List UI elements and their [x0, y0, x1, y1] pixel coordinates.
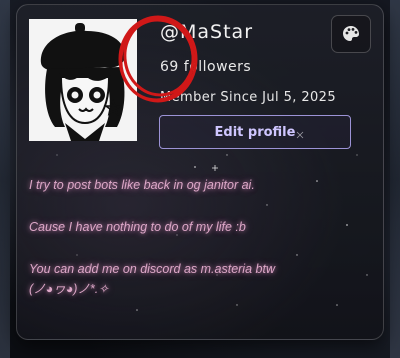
username: @MaStar — [160, 21, 254, 43]
bio-section: I try to post bots like back in og janit… — [29, 175, 369, 299]
bio-line: Cause I have nothing to do of my life :b — [29, 220, 246, 234]
backdrop-strip-right — [390, 0, 400, 358]
theme-palette-button[interactable] — [331, 15, 371, 53]
palette-icon — [343, 26, 359, 41]
avatar-illustration — [29, 19, 137, 141]
followers-count[interactable]: 69 followers — [160, 59, 251, 75]
avatar[interactable] — [29, 19, 137, 141]
profile-card: @MaStar 69 followers Member Since Jul 5,… — [16, 4, 384, 340]
page-background: @MaStar 69 followers Member Since Jul 5,… — [0, 0, 400, 358]
bio-kaomoji: (ノ◕ヮ◕)ノ*.✧ — [29, 282, 109, 296]
bio-line: I try to post bots like back in og janit… — [29, 178, 255, 192]
bio-line: You can add me on discord as m.asteria b… — [29, 262, 275, 276]
member-since: Member Since Jul 5, 2025 — [160, 90, 337, 105]
edit-profile-button[interactable]: Edit profile — [159, 115, 351, 149]
backdrop-strip-left — [0, 0, 10, 358]
